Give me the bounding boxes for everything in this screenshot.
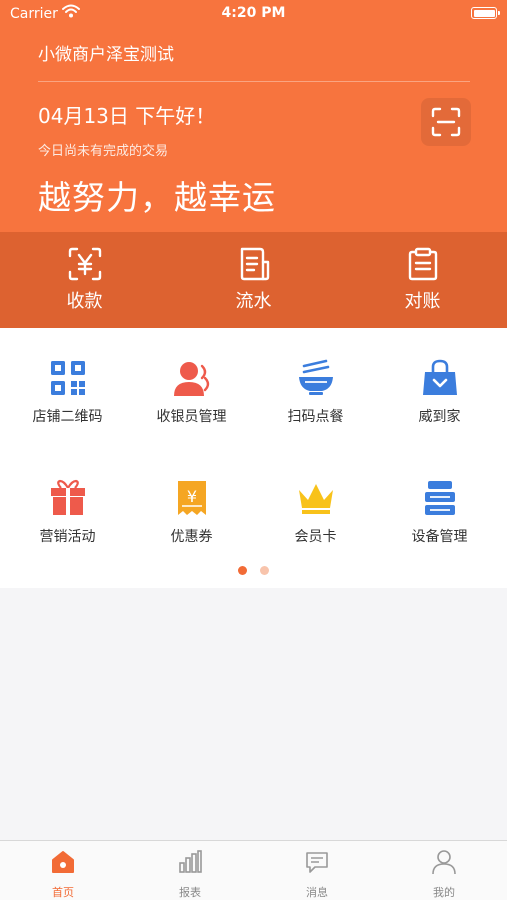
device-icon <box>425 481 455 515</box>
battery-icon <box>471 7 500 19</box>
divider <box>38 81 470 82</box>
slogan: 越努力，越幸运 <box>38 178 276 217</box>
grid-item-marketing[interactable]: 营销活动 <box>4 478 131 568</box>
feature-grid: 店铺二维码 收银员管理 扫码点餐 威到家 营销活动 ¥ 优惠券 会员卡 设备管理 <box>0 328 507 588</box>
grid-item-delivery[interactable]: 威到家 <box>376 358 503 448</box>
header: Carrier 4:20 PM 小微商户泽宝测试 04月13日 下午好！ 今日尚… <box>0 0 507 232</box>
tab-label: 首页 <box>52 886 74 899</box>
grid-item-label: 店铺二维码 <box>32 409 103 425</box>
page-dot[interactable] <box>260 566 269 575</box>
tab-label: 消息 <box>306 886 328 899</box>
grid-item-coupon[interactable]: ¥ 优惠券 <box>128 478 255 568</box>
transaction-notice: 今日尚未有完成的交易 <box>38 144 169 159</box>
shopping-bag-icon <box>423 359 457 395</box>
reconcile-icon <box>408 247 438 281</box>
grid-item-cashier[interactable]: 收银员管理 <box>128 358 255 448</box>
tab-report[interactable]: 报表 <box>127 841 253 900</box>
action-collect[interactable]: 收款 <box>0 232 169 328</box>
grid-item-label: 会员卡 <box>294 529 337 545</box>
svg-text:¥: ¥ <box>187 487 197 506</box>
status-bar: Carrier 4:20 PM <box>0 0 507 28</box>
crown-icon <box>299 484 333 514</box>
tab-label: 报表 <box>179 886 201 899</box>
action-label: 流水 <box>235 291 272 312</box>
greeting: 04月13日 下午好！ <box>38 104 216 128</box>
noodle-bowl-icon <box>299 359 333 395</box>
profile-icon <box>432 850 456 875</box>
page-dot-active[interactable] <box>238 566 247 575</box>
clock: 4:20 PM <box>221 5 286 21</box>
coupon-icon: ¥ <box>178 481 206 515</box>
grid-item-label: 收银员管理 <box>156 409 227 425</box>
grid-item-label: 优惠券 <box>170 529 213 545</box>
grid-item-scan-order[interactable]: 扫码点餐 <box>252 358 379 448</box>
grid-item-label: 威到家 <box>418 409 461 425</box>
quick-actions: 收款 流水 对账 <box>0 232 507 328</box>
scan-button[interactable] <box>421 98 471 146</box>
gift-icon <box>51 479 85 515</box>
grid-item-label: 设备管理 <box>411 529 468 545</box>
tab-bar: 首页 报表 消息 我的 <box>0 840 507 900</box>
transactions-icon <box>240 247 270 281</box>
tab-label: 我的 <box>433 886 455 899</box>
collect-money-icon <box>68 247 102 281</box>
cashier-icon <box>174 362 210 396</box>
grid-item-devices[interactable]: 设备管理 <box>376 478 503 568</box>
report-icon <box>179 850 202 873</box>
scan-icon <box>431 107 461 137</box>
action-label: 对账 <box>404 291 441 312</box>
grid-item-membership[interactable]: 会员卡 <box>252 478 379 568</box>
tab-home[interactable]: 首页 <box>0 841 126 900</box>
qr-code-icon <box>51 361 85 395</box>
tab-profile[interactable]: 我的 <box>381 841 507 900</box>
merchant-name: 小微商户泽宝测试 <box>38 45 174 65</box>
grid-item-label: 扫码点餐 <box>287 409 344 425</box>
grid-item-qr-code[interactable]: 店铺二维码 <box>4 358 131 448</box>
home-icon <box>52 851 74 873</box>
tab-messages[interactable]: 消息 <box>254 841 380 900</box>
action-label: 收款 <box>66 291 103 312</box>
grid-item-label: 营销活动 <box>39 529 96 545</box>
message-icon <box>306 852 328 873</box>
action-reconcile[interactable]: 对账 <box>338 232 507 328</box>
action-transactions[interactable]: 流水 <box>169 232 338 328</box>
